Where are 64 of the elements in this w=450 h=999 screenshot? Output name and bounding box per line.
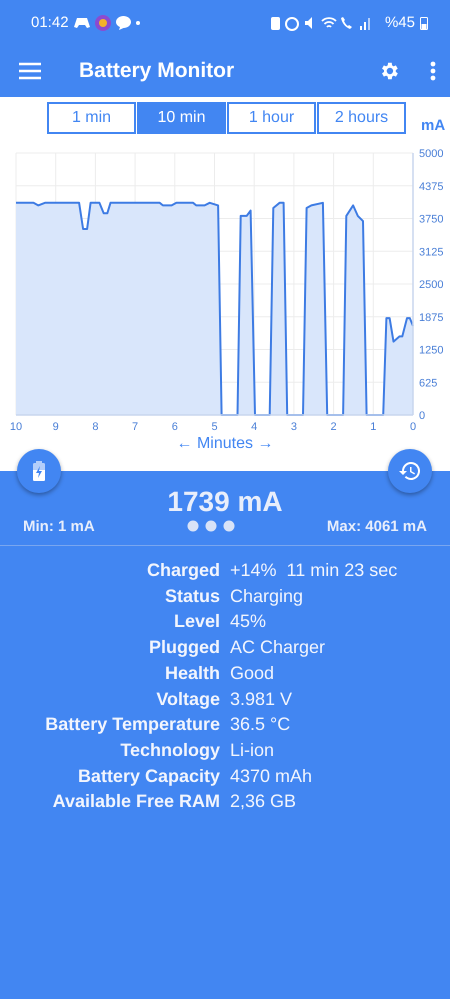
min-reading: Min: 1 mA [23,518,95,534]
time-range-tab[interactable]: 10 min [137,102,226,134]
info-value: 3.981 V [230,688,294,710]
x-tick-label: 7 [132,421,138,433]
info-value: +14% 11 min 23 sec [230,559,398,582]
more-icon[interactable] [430,61,436,81]
x-tick-label: 9 [52,421,59,433]
info-value: 36.5 °C [230,713,292,736]
current-reading: 1739 mA [166,485,284,517]
time-range-tab[interactable]: 1 min [47,102,136,134]
time-range-tab[interactable]: 1 hour [227,102,316,134]
axis-unit: mA [421,117,446,134]
info-label: Plugged [148,636,220,659]
y-tick-label: 5000 [419,148,444,160]
x-tick-label: 6 [172,421,178,433]
info-label: Charged [146,559,220,582]
menu-icon[interactable] [19,62,41,80]
x-tick-label: 0 [410,421,416,433]
y-tick-label: 3125 [419,246,444,258]
battery-button[interactable] [17,449,61,493]
battery-icon [420,16,428,30]
app-icon [94,14,111,30]
info-value: 45% [230,610,268,634]
info-value: 4370 mAh [230,764,314,788]
y-tick-label: 2500 [419,279,444,291]
info-value: Charging [230,584,304,608]
info-label: Level [172,610,220,634]
history-button[interactable] [388,449,432,493]
info-value: Li-ion [230,738,276,762]
app-title: Battery Monitor [79,59,236,83]
info-label: Voltage [155,688,220,710]
info-label: Status [164,584,220,608]
dot-icon [136,20,140,24]
chat-icon [116,16,131,30]
info-label: Health [164,662,220,685]
info-value: 2,36 GB [230,790,298,814]
info-label: Battery Capacity [76,764,220,788]
gamepad-icon [74,16,90,28]
y-tick-label: 625 [419,377,438,390]
x-tick-label: 8 [92,421,98,433]
history-icon [398,459,422,483]
battery-percent: %45 [384,14,415,31]
y-tick-label: 1875 [419,312,444,324]
x-tick-label: 10 [10,421,22,433]
y-tick-label: 3750 [419,214,444,226]
battery-charging-icon [33,461,45,481]
y-tick-label: 4375 [419,180,444,193]
max-reading: Max: 4061 mA [326,518,427,534]
x-tick-label: 4 [251,421,258,433]
y-tick-label: 1250 [419,344,444,356]
info-value: AC Charger [230,636,326,659]
time-range-tab[interactable]: 2 hours [317,102,406,134]
y-tick-label: 0 [419,410,426,422]
page-indicator [184,520,237,532]
axis-label: ← Minutes → [176,435,274,453]
x-tick-label: 2 [330,421,337,433]
x-tick-label: 5 [211,421,218,433]
x-tick-label: 3 [290,421,297,433]
x-tick-label: 1 [370,421,376,433]
info-value: Good [230,662,276,685]
info-label: Battery Temperature [44,713,220,736]
info-label: Available Free RAM [52,790,220,814]
status-time: 01:42 [31,14,69,31]
info-label: Technology [119,738,220,762]
